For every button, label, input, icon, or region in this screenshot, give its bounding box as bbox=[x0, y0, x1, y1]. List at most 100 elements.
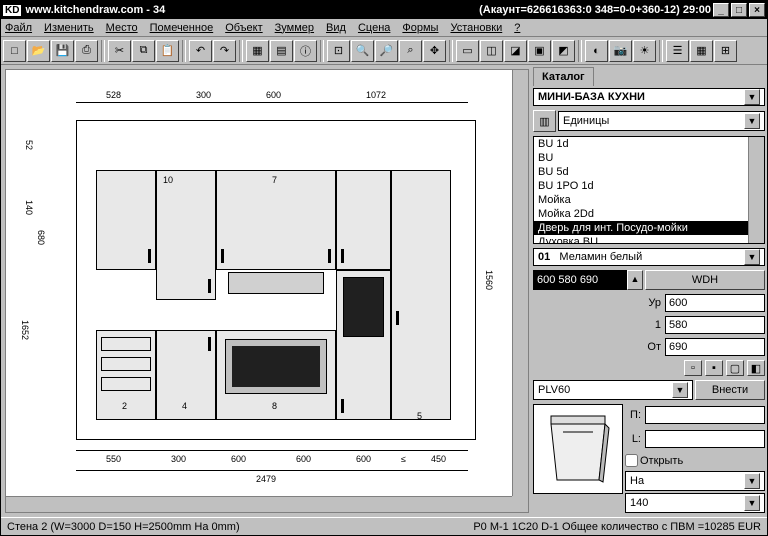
pos-value[interactable]: 140▼ bbox=[625, 493, 765, 513]
filter-icon[interactable]: ▥ bbox=[533, 110, 556, 132]
width-input[interactable]: 600 bbox=[665, 294, 765, 312]
menu-file[interactable]: Файл bbox=[5, 22, 32, 34]
pos-select[interactable]: На▼ bbox=[625, 471, 765, 491]
zoom-fit-icon[interactable]: ⊡ bbox=[327, 40, 350, 62]
dim-b3: 600 bbox=[231, 454, 246, 464]
canvas-vscroll[interactable] bbox=[512, 70, 528, 496]
opt2-icon[interactable]: ▪ bbox=[705, 360, 723, 376]
print-icon[interactable]: ⎙ bbox=[75, 40, 98, 62]
opt4-icon[interactable]: ◧ bbox=[747, 360, 765, 376]
wdh-button[interactable]: WDH bbox=[645, 270, 765, 290]
menu-zoom[interactable]: Зуммер bbox=[275, 22, 314, 34]
camera-icon[interactable]: 📷 bbox=[609, 40, 632, 62]
depth-input[interactable]: 580 bbox=[665, 316, 765, 334]
chevron-down-icon[interactable]: ▼ bbox=[744, 495, 760, 511]
toolbar: □ 📂 💾 ⎙ ✂ ⧉ 📋 ↶ ↷ ▦ ▤ ⓘ ⊡ 🔍 🔎 ⌕ ✥ ▭ ◫ ◪ … bbox=[1, 37, 767, 65]
height-input[interactable]: 690 bbox=[665, 338, 765, 356]
l-label: L: bbox=[625, 433, 643, 445]
paste-icon[interactable]: 📋 bbox=[156, 40, 179, 62]
list-item[interactable]: Мойка 2Dd bbox=[534, 207, 764, 221]
dim-top-3: 600 bbox=[266, 90, 281, 100]
chevron-down-icon[interactable]: ▼ bbox=[672, 382, 688, 398]
sizes-list[interactable]: 600 580 690▲ bbox=[533, 270, 643, 290]
chevron-down-icon[interactable]: ▼ bbox=[744, 89, 760, 105]
p-input[interactable] bbox=[645, 406, 765, 424]
tool-a-icon[interactable]: ▦ bbox=[246, 40, 269, 62]
chevron-up-icon[interactable]: ▲ bbox=[627, 270, 643, 290]
cut-icon[interactable]: ✂ bbox=[108, 40, 131, 62]
zoom-out-icon[interactable]: 🔎 bbox=[375, 40, 398, 62]
annot-8: 8 bbox=[272, 401, 277, 411]
list-item[interactable]: BU 1PO 1d bbox=[534, 179, 764, 193]
view-wire-icon[interactable]: ▣ bbox=[528, 40, 551, 62]
list-vscroll[interactable] bbox=[748, 137, 764, 242]
snap-icon[interactable]: ⊞ bbox=[714, 40, 737, 62]
status-bar: Стена 2 (W=3000 D=150 H=2500mm На 0mm) P… bbox=[1, 517, 767, 535]
dim-b4: 600 bbox=[296, 454, 311, 464]
new-icon[interactable]: □ bbox=[3, 40, 26, 62]
tool-b-icon[interactable]: ▤ bbox=[270, 40, 293, 62]
menu-settings[interactable]: Установки bbox=[450, 22, 502, 34]
h-label: От bbox=[645, 341, 663, 353]
dim-b5: 600 bbox=[356, 454, 371, 464]
model-select[interactable]: PLV60▼ bbox=[533, 380, 693, 400]
p-label: П: bbox=[625, 409, 643, 421]
title-bar: KD www.kitchendraw.com - 34 (Акаунт=6266… bbox=[1, 1, 767, 19]
insert-button[interactable]: Внести bbox=[695, 380, 765, 400]
view-persp-icon[interactable]: ◩ bbox=[552, 40, 575, 62]
chevron-down-icon[interactable]: ▼ bbox=[744, 249, 760, 265]
dim-l2: 140 bbox=[24, 200, 34, 215]
dim-r1: 1560 bbox=[484, 270, 494, 290]
menu-marked[interactable]: Помеченное bbox=[150, 22, 214, 34]
opt1-icon[interactable]: ▫ bbox=[684, 360, 702, 376]
title-text: www.kitchendraw.com - 34 bbox=[25, 4, 165, 16]
view-plan-icon[interactable]: ▭ bbox=[456, 40, 479, 62]
list-item[interactable]: BU 5d bbox=[534, 165, 764, 179]
list-item[interactable]: Мойка bbox=[534, 193, 764, 207]
view-3d-icon[interactable]: ◪ bbox=[504, 40, 527, 62]
dim-total: 2479 bbox=[256, 474, 276, 484]
menu-bar: Файл Изменить Место Помеченное Объект Зу… bbox=[1, 19, 767, 37]
menu-help[interactable]: ? bbox=[514, 22, 520, 34]
menu-object[interactable]: Объект bbox=[225, 22, 262, 34]
list-item[interactable]: Духовка BU bbox=[534, 235, 764, 243]
pan-icon[interactable]: ✥ bbox=[423, 40, 446, 62]
chevron-down-icon[interactable]: ▼ bbox=[744, 113, 760, 129]
item-list[interactable]: BU 1dBUBU 5dBU 1PO 1dМойкаМойка 2DdДверь… bbox=[533, 136, 765, 243]
open-icon[interactable]: 📂 bbox=[27, 40, 50, 62]
menu-forms[interactable]: Формы bbox=[402, 22, 438, 34]
layers-icon[interactable]: ☰ bbox=[666, 40, 689, 62]
redo-icon[interactable]: ↷ bbox=[213, 40, 236, 62]
open-label: Открыть bbox=[640, 455, 683, 467]
catalog-db-select[interactable]: МИНИ-БАЗА КУХНИ▼ bbox=[533, 88, 765, 106]
render-icon[interactable]: ◐ bbox=[585, 40, 608, 62]
menu-place[interactable]: Место bbox=[106, 22, 138, 34]
opt3-icon[interactable]: ▢ bbox=[726, 360, 744, 376]
menu-scene[interactable]: Сцена bbox=[358, 22, 390, 34]
maximize-button[interactable]: □ bbox=[731, 3, 747, 17]
minimize-button[interactable]: _ bbox=[713, 3, 729, 17]
units-select[interactable]: Единицы▼ bbox=[558, 111, 765, 131]
list-item[interactable]: BU bbox=[534, 151, 764, 165]
l-input[interactable] bbox=[645, 430, 765, 448]
finish-select[interactable]: 01 Меламин белый▼ bbox=[533, 248, 765, 266]
catalog-tab[interactable]: Каталог bbox=[533, 67, 594, 86]
grid-icon[interactable]: ▦ bbox=[690, 40, 713, 62]
info-icon[interactable]: ⓘ bbox=[294, 40, 317, 62]
copy-icon[interactable]: ⧉ bbox=[132, 40, 155, 62]
open-checkbox[interactable] bbox=[625, 454, 638, 467]
menu-edit[interactable]: Изменить bbox=[44, 22, 94, 34]
undo-icon[interactable]: ↶ bbox=[189, 40, 212, 62]
close-button[interactable]: × bbox=[749, 3, 765, 17]
list-item[interactable]: BU 1d bbox=[534, 137, 764, 151]
chevron-down-icon[interactable]: ▼ bbox=[744, 473, 760, 489]
menu-view[interactable]: Вид bbox=[326, 22, 346, 34]
list-item[interactable]: Дверь для инт. Посудо-мойки bbox=[534, 221, 764, 235]
save-icon[interactable]: 💾 bbox=[51, 40, 74, 62]
zoom-in-icon[interactable]: 🔍 bbox=[351, 40, 374, 62]
light-icon[interactable]: ☀ bbox=[633, 40, 656, 62]
zoom-window-icon[interactable]: ⌕ bbox=[399, 40, 422, 62]
drawing-canvas[interactable]: 528 300 600 1072 10 7 5 bbox=[5, 69, 529, 513]
view-elev-icon[interactable]: ◫ bbox=[480, 40, 503, 62]
canvas-hscroll[interactable] bbox=[6, 496, 512, 512]
